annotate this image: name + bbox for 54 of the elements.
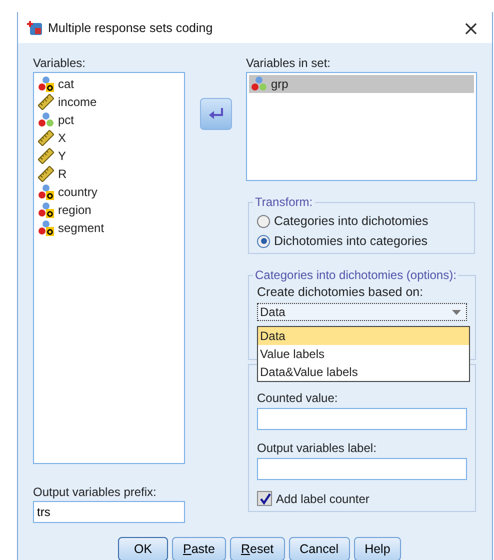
counted-value-label: Counted value: — [257, 391, 339, 405]
variable-name[interactable]: pct — [58, 113, 74, 127]
dropdown-option[interactable]: Value labels — [258, 345, 469, 363]
variables-list[interactable]: cat income pct X Y R country region segment — [33, 72, 185, 464]
ruler-icon — [38, 166, 54, 182]
radio-button[interactable] — [257, 234, 270, 248]
radio-label[interactable]: Categories into dichotomies — [274, 214, 428, 228]
dialog-button[interactable]: OK — [118, 537, 168, 560]
variable-name[interactable]: region — [58, 203, 92, 217]
group-title: Categories into dichotomies (options): — [254, 268, 458, 282]
prefix-label: Output variables prefix: — [33, 485, 158, 499]
app-icon — [27, 20, 43, 36]
group-title: Transform: — [254, 195, 314, 209]
dropdown-option[interactable]: Data — [258, 327, 469, 345]
string-variable-icon — [38, 220, 54, 236]
radio-label[interactable]: Dichotomies into categories — [274, 234, 428, 248]
radio-button[interactable] — [257, 214, 270, 228]
dropdown-option[interactable]: Data&Value labels — [258, 363, 469, 381]
close-button[interactable]: × — [456, 14, 486, 40]
dialog-button[interactable]: Help — [354, 537, 402, 560]
variable-name[interactable]: income — [58, 95, 97, 109]
dialog-button[interactable]: Paste — [172, 537, 226, 560]
ruler-icon — [38, 94, 54, 110]
variable-name[interactable]: R — [58, 167, 67, 181]
string-variable-icon — [38, 184, 54, 200]
dialog-button[interactable]: Reset — [230, 537, 285, 560]
checkbox-label[interactable]: Add label counter — [276, 492, 370, 506]
string-variable-icon — [38, 76, 54, 92]
window-title: Multiple response sets coding — [48, 20, 214, 34]
counted-value-field[interactable] — [257, 408, 467, 430]
output-label-label: Output variables label: — [257, 441, 378, 455]
set-variable-item[interactable]: grp — [249, 75, 474, 93]
caret-icon — [452, 310, 461, 314]
move-button[interactable] — [200, 98, 232, 130]
dialog-button[interactable]: Cancel — [288, 537, 350, 560]
variables-in-set-list[interactable]: grp — [246, 72, 477, 181]
balls-icon — [38, 112, 54, 128]
balls-icon — [251, 76, 267, 92]
variable-name[interactable]: Y — [58, 149, 66, 163]
arrow-icon — [208, 108, 222, 120]
variables-label: Variables: — [33, 56, 86, 70]
ruler-icon — [38, 148, 54, 164]
output-label-field[interactable] — [257, 458, 467, 480]
string-variable-icon — [38, 202, 54, 218]
variable-name[interactable]: segment — [58, 221, 104, 235]
variable-name[interactable]: X — [58, 131, 66, 145]
variable-name[interactable]: cat — [58, 77, 74, 91]
dropdown[interactable]: Data — [257, 303, 467, 321]
prefix-field[interactable]: trs — [33, 501, 185, 523]
variable-name[interactable]: country — [58, 185, 98, 199]
ruler-icon — [38, 130, 54, 146]
checkbox[interactable] — [257, 491, 272, 506]
variables-in-set-label: Variables in set: — [246, 56, 332, 70]
dropdown-label: Create dichotomies based on: — [257, 285, 424, 299]
